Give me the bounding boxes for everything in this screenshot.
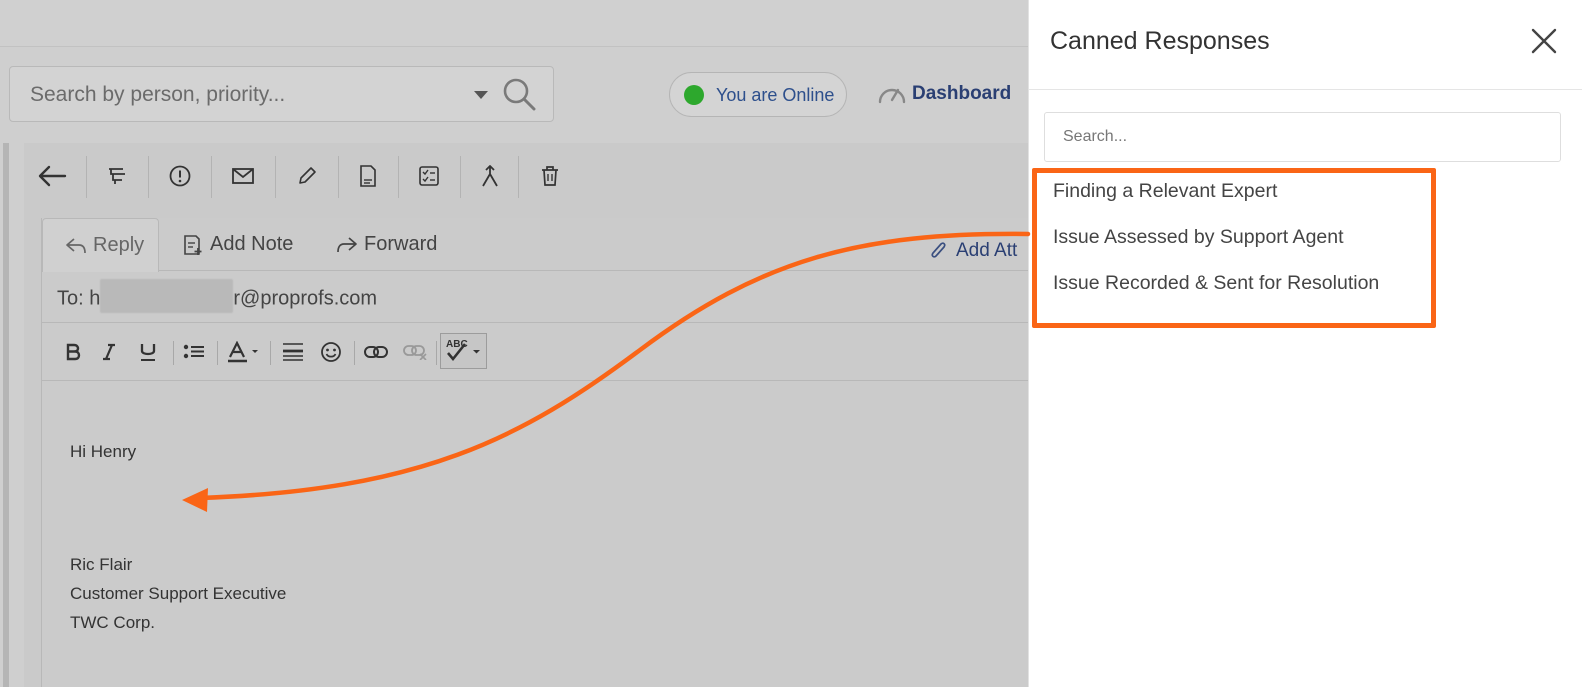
toolbar-divider (518, 156, 519, 198)
formatting-toolbar: ABC (42, 323, 1041, 381)
paperclip-icon (931, 241, 946, 258)
format-divider (173, 341, 174, 365)
spellcheck-icon: ABC (446, 339, 480, 362)
toolbar-divider (275, 156, 276, 198)
toolbar-divider (398, 156, 399, 198)
toolbar-divider (338, 156, 339, 198)
format-divider (217, 341, 218, 365)
note-icon (184, 234, 202, 255)
underline-icon[interactable] (137, 339, 159, 365)
signature-title[interactable]: Customer Support Executive (70, 584, 286, 604)
search-dropdown-caret-icon[interactable] (474, 91, 488, 99)
close-icon[interactable] (1531, 28, 1557, 54)
toolbar-divider (148, 156, 149, 198)
search-icon[interactable] (502, 77, 536, 111)
canned-responses-drawer: Canned Responses Finding a Relevant Expe… (1028, 0, 1582, 687)
checklist-icon[interactable] (409, 156, 449, 196)
text-color-icon[interactable] (227, 339, 261, 365)
ticket-search-box[interactable]: Search by person, priority... (9, 66, 554, 122)
forward-icon (337, 236, 357, 252)
speedometer-icon (878, 88, 906, 104)
to-prefix: To: h (57, 287, 101, 310)
online-status-label: You are Online (716, 85, 835, 105)
tab-reply-label: Reply (93, 234, 145, 256)
horizontal-rule-icon[interactable] (281, 339, 305, 365)
canned-search-input[interactable] (1044, 112, 1561, 162)
edit-pencil-icon[interactable] (287, 156, 327, 196)
ticket-toolbar (24, 150, 584, 200)
tab-add-note[interactable]: Add Note (182, 218, 293, 271)
reply-composer: Reply Add Note Forward Add Att To: h r@pr… (41, 218, 1041, 687)
format-divider (436, 341, 437, 365)
add-attachment-label: Add Att (956, 239, 1018, 261)
priority-icon[interactable] (160, 156, 200, 196)
canned-response-item[interactable]: Issue Recorded & Sent for Resolution (1053, 272, 1379, 295)
format-divider (354, 341, 355, 365)
top-header-strip (0, 0, 1040, 47)
tab-forward[interactable]: Forward (336, 218, 437, 271)
online-status-toggle[interactable]: You are Online (669, 72, 847, 117)
composer-tabs: Reply Add Note Forward Add Att (42, 218, 1041, 272)
left-scroll-rail (3, 143, 9, 687)
tab-reply[interactable]: Reply (42, 218, 159, 272)
dashboard-label[interactable]: Dashboard (912, 83, 1011, 105)
toolbar-divider (460, 156, 461, 198)
to-recipient: To: h r@proprofs.com (57, 279, 378, 313)
link-icon[interactable] (363, 339, 389, 365)
to-recipient-row[interactable]: To: h r@proprofs.com (42, 271, 1041, 323)
emoji-icon[interactable] (319, 339, 343, 365)
tab-add-note-label: Add Note (210, 233, 294, 255)
mail-icon[interactable] (223, 156, 263, 196)
canned-response-item[interactable]: Finding a Relevant Expert (1053, 180, 1277, 203)
spellcheck-button[interactable]: ABC (440, 333, 487, 369)
add-attachment-button[interactable]: Add Att (928, 224, 1017, 277)
toolbar-divider (86, 156, 87, 198)
online-status-dot (684, 85, 704, 105)
greeting-line[interactable]: Hi Henry (70, 442, 136, 462)
drawer-title: Canned Responses (1050, 27, 1270, 55)
reply-icon (66, 237, 86, 253)
bold-icon[interactable] (62, 339, 84, 365)
ticket-search-placeholder[interactable]: Search by person, priority... (30, 83, 285, 107)
trash-icon[interactable] (530, 156, 570, 196)
format-divider (270, 341, 271, 365)
toolbar-divider (211, 156, 212, 198)
tab-forward-label: Forward (364, 233, 438, 255)
signature-name[interactable]: Ric Flair (70, 555, 132, 575)
bullet-list-icon[interactable] (182, 339, 206, 365)
canned-response-item[interactable]: Issue Assessed by Support Agent (1053, 226, 1344, 249)
pdf-icon[interactable] (348, 156, 388, 196)
unlink-icon[interactable] (402, 339, 428, 365)
signature-company[interactable]: TWC Corp. (70, 613, 155, 633)
assign-icon[interactable] (97, 156, 137, 196)
back-arrow-icon[interactable] (32, 156, 72, 196)
to-suffix: r@proprofs.com (233, 287, 378, 310)
drawer-divider (1029, 89, 1582, 90)
merge-icon[interactable] (470, 156, 510, 196)
redacted-email-part (100, 279, 234, 313)
italic-icon[interactable] (98, 339, 120, 365)
